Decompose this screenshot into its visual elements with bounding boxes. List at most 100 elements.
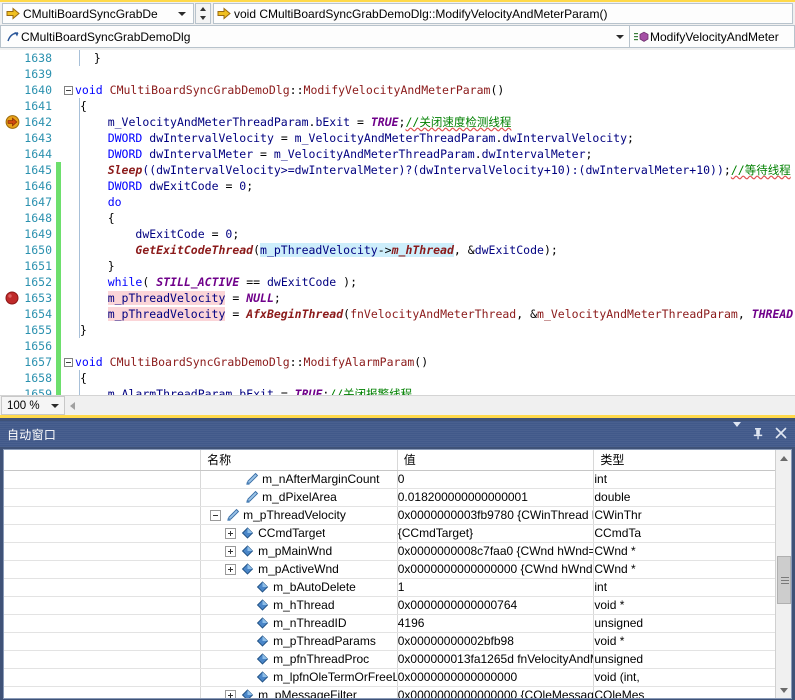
scrollbar-thumb[interactable] <box>777 556 791 604</box>
line-number: 1651 <box>24 259 52 273</box>
class-dropdown[interactable]: CMultiBoardSyncGrabDe <box>2 3 194 24</box>
pin-icon[interactable] <box>752 427 764 442</box>
table-row[interactable]: m_nAfterMarginCount 0 int <box>4 470 791 489</box>
fold-column[interactable] <box>61 82 75 98</box>
code-line[interactable]: 1653 m_pThreadVelocity = NULL; <box>0 290 795 306</box>
variable-value[interactable]: 0x0000000008c7faa0 {CWnd hWnd=0x00000000… <box>397 542 595 561</box>
variable-value[interactable]: 0x0000000000000764 <box>397 596 595 615</box>
autos-grid[interactable]: 名称 值 类型 m_nAfterMarginCount 0 int m_dPix… <box>3 449 792 699</box>
line-number: 1645 <box>24 163 52 177</box>
code-line[interactable]: 1654 m_pThreadVelocity = AfxBeginThread(… <box>0 306 795 322</box>
chevron-down-icon[interactable] <box>616 34 624 39</box>
table-row[interactable]: m_lpfnOleTermOrFreeLib 0x000000000000000… <box>4 668 791 687</box>
diamond-icon <box>240 544 255 558</box>
column-header-type[interactable]: 类型 <box>593 450 791 471</box>
expander-expand-icon[interactable] <box>225 563 237 575</box>
scroll-left-arrow-icon[interactable] <box>70 401 75 410</box>
variable-value[interactable]: 0x00000000002bfb98 <box>397 632 595 651</box>
table-row[interactable]: m_hThread 0x0000000000000764 void * <box>4 596 791 615</box>
member-dropdown[interactable]: void CMultiBoardSyncGrabDemoDlg::ModifyV… <box>213 3 793 24</box>
variable-value[interactable]: 0x0000000000000000 <box>397 668 595 687</box>
scroll-up-arrow-icon[interactable] <box>776 450 791 466</box>
variable-name: m_pActiveWnd <box>258 562 339 576</box>
fold-minus-icon[interactable] <box>63 85 73 95</box>
spinner-up-icon[interactable] <box>200 6 206 11</box>
fold-column <box>61 178 75 194</box>
table-row[interactable]: m_dPixelArea 0.018200000000000001 double <box>4 488 791 507</box>
zoom-level-value: 100 % <box>7 399 40 412</box>
code-line[interactable]: 1643 DWORD dwIntervalVelocity = m_Veloci… <box>0 130 795 146</box>
fold-column <box>61 306 75 322</box>
code-line[interactable]: 1652 while( STILL_ACTIVE == dwExitCode )… <box>0 274 795 290</box>
column-header-value[interactable]: 值 <box>397 450 595 471</box>
code-line[interactable]: 1656 <box>0 338 795 354</box>
table-row[interactable]: m_pThreadParams 0x00000000002bfb98 void … <box>4 632 791 651</box>
code-line[interactable]: 1647 do <box>0 194 795 210</box>
code-line[interactable]: 1658 { <box>0 370 795 386</box>
code-line[interactable]: 1639 <box>0 66 795 82</box>
code-line[interactable]: 1640 void CMultiBoardSyncGrabDemoDlg::Mo… <box>0 82 795 98</box>
variable-value[interactable]: 0.018200000000000001 <box>397 488 595 507</box>
code-text: { <box>80 211 115 225</box>
code-line[interactable]: 1651 } <box>0 258 795 274</box>
breadcrumb-member-dropdown[interactable]: ModifyVelocityAndMeter <box>630 25 795 48</box>
table-row[interactable]: m_pMessageFilter 0x0000000000000000 {COl… <box>4 686 791 698</box>
code-line[interactable]: 1642 m_VelocityAndMeterThreadParam.bExit… <box>0 114 795 130</box>
code-line[interactable]: 1638 } <box>0 50 795 66</box>
fold-minus-icon[interactable] <box>63 357 73 367</box>
code-editor[interactable]: 1638 } 1639 1640 void CMultiBoardSyncGra… <box>0 50 795 395</box>
navigation-spinner[interactable] <box>195 3 211 24</box>
line-number: 1654 <box>24 307 52 321</box>
code-line[interactable]: 1648 { <box>0 210 795 226</box>
variable-value[interactable]: 0x0000000000000000 {COleMessageFilter} <box>397 686 595 698</box>
variable-value[interactable]: 0x0000000003fb9780 {CWinThread h=0x00000… <box>397 506 595 525</box>
variable-value[interactable]: 0 <box>397 470 595 489</box>
close-icon[interactable] <box>775 427 787 441</box>
fold-column[interactable] <box>61 354 75 370</box>
table-row[interactable]: m_pThreadVelocity 0x0000000003fb9780 {CW… <box>4 506 791 525</box>
table-row[interactable]: m_bAutoDelete 1 int <box>4 578 791 597</box>
table-row[interactable]: m_pfnThreadProc 0x000000013fa1265d fnVel… <box>4 650 791 669</box>
code-line[interactable]: 1649 dwExitCode = 0; <box>0 226 795 242</box>
autos-vertical-scrollbar[interactable] <box>775 450 791 698</box>
current-statement-arrow-icon <box>2 114 22 130</box>
breadcrumb-member-value: ModifyVelocityAndMeter <box>650 29 779 44</box>
code-lines[interactable]: 1638 } 1639 1640 void CMultiBoardSyncGra… <box>0 50 795 395</box>
code-line[interactable]: 1655 } <box>0 322 795 338</box>
table-row[interactable]: m_pMainWnd 0x0000000008c7faa0 {CWnd hWnd… <box>4 542 791 561</box>
code-line[interactable]: 1641 { <box>0 98 795 114</box>
chevron-down-icon[interactable] <box>733 422 741 441</box>
expander-expand-icon[interactable] <box>225 689 237 698</box>
column-header-name[interactable]: 名称 <box>200 450 398 471</box>
code-text: DWORD dwExitCode = 0; <box>107 179 254 193</box>
table-row[interactable]: CCmdTarget {CCmdTarget} CCmdTa <box>4 524 791 543</box>
line-number: 1644 <box>24 147 52 161</box>
code-line[interactable]: 1650 GetExitCodeThread(m_pThreadVelocity… <box>0 242 795 258</box>
line-number: 1656 <box>24 339 52 353</box>
expander-collapse-icon[interactable] <box>210 509 222 521</box>
table-row[interactable]: m_nThreadID 4196 unsigned <box>4 614 791 633</box>
variable-value[interactable]: 4196 <box>397 614 595 633</box>
table-row[interactable]: m_pActiveWnd 0x0000000000000000 {CWnd hW… <box>4 560 791 579</box>
code-line[interactable]: 1644 DWORD dwIntervalMeter = m_VelocityA… <box>0 146 795 162</box>
code-line[interactable]: 1645 Sleep((dwIntervalVelocity>=dwInterv… <box>0 162 795 178</box>
breadcrumb-class-dropdown[interactable]: CMultiBoardSyncGrabDemoDlg <box>0 25 630 48</box>
breakpoint-icon[interactable] <box>2 290 22 306</box>
line-number: 1659 <box>24 387 52 395</box>
spinner-down-icon[interactable] <box>200 16 206 21</box>
expander-expand-icon[interactable] <box>225 545 237 557</box>
variable-value[interactable]: {CCmdTarget} <box>397 524 595 543</box>
horizontal-scrollbar[interactable] <box>67 396 795 415</box>
chevron-down-icon[interactable] <box>51 403 59 408</box>
code-line[interactable]: 1646 DWORD dwExitCode = 0; <box>0 178 795 194</box>
variable-value[interactable]: 0x0000000000000000 {CWnd hWnd=???} <box>397 560 595 579</box>
variable-value[interactable]: 0x000000013fa1265d fnVelocityAndMeterThr… <box>397 650 595 669</box>
code-line[interactable]: 1657 void CMultiBoardSyncGrabDemoDlg::Mo… <box>0 354 795 370</box>
code-line[interactable]: 1659 m_AlarmThreadParam.bExit = TRUE;//关… <box>0 386 795 395</box>
variable-value[interactable]: 1 <box>397 578 595 597</box>
chevron-down-icon[interactable] <box>178 11 186 16</box>
expander-expand-icon[interactable] <box>225 527 237 539</box>
scroll-down-arrow-icon[interactable] <box>776 682 791 698</box>
autos-panel-title: 自动窗口 <box>7 427 57 442</box>
zoom-level-dropdown[interactable]: 100 % <box>1 396 65 415</box>
